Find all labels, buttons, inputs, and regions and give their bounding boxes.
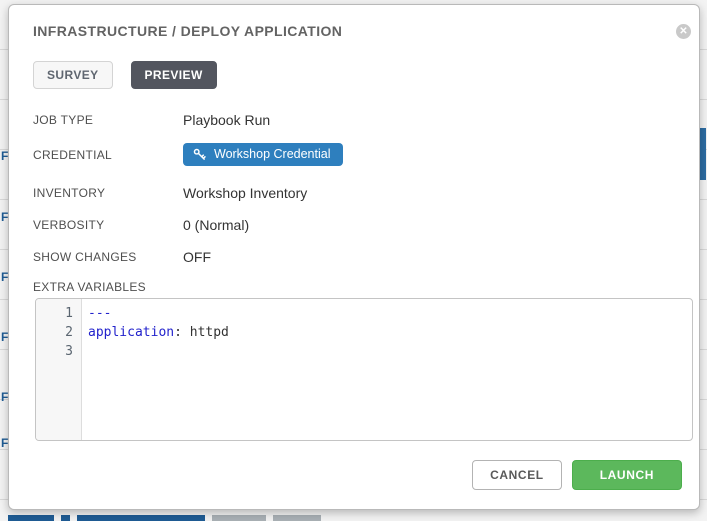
line-number: 1 xyxy=(36,304,73,323)
job-type-label: JOB TYPE xyxy=(33,113,183,127)
background-row-fragment: F xyxy=(1,392,8,402)
background-row-fragment: F xyxy=(1,151,8,161)
field-row-job-type: JOB TYPE Playbook Run xyxy=(33,111,675,128)
show-changes-value: OFF xyxy=(183,249,211,265)
editor-code-area[interactable]: --- application: httpd xyxy=(82,299,692,440)
credential-badge-label: Workshop Credential xyxy=(214,147,331,161)
show-changes-label: SHOW CHANGES xyxy=(33,250,183,264)
background-row-fragment: F xyxy=(1,212,8,222)
key-icon xyxy=(193,148,206,161)
verbosity-label: VERBOSITY xyxy=(33,218,183,232)
field-row-show-changes: SHOW CHANGES OFF xyxy=(33,248,675,265)
extra-variables-label: EXTRA VARIABLES xyxy=(33,280,675,294)
inventory-label: INVENTORY xyxy=(33,186,183,200)
tab-preview[interactable]: PREVIEW xyxy=(131,61,217,89)
background-row-fragment: F xyxy=(1,272,8,282)
close-icon[interactable]: ✕ xyxy=(676,24,691,39)
background-blue-button-fragment xyxy=(700,128,706,180)
editor-line-numbers: 1 2 3 xyxy=(36,299,82,440)
line-number: 3 xyxy=(36,342,73,361)
field-row-inventory: INVENTORY Workshop Inventory xyxy=(33,184,675,201)
modal-title: INFRASTRUCTURE / DEPLOY APPLICATION xyxy=(33,23,675,39)
launch-button[interactable]: LAUNCH xyxy=(572,460,682,490)
background-breadcrumb-fragment xyxy=(8,515,328,521)
inventory-value: Workshop Inventory xyxy=(183,185,307,201)
job-type-value: Playbook Run xyxy=(183,112,270,128)
cancel-button[interactable]: CANCEL xyxy=(472,460,562,490)
tab-survey[interactable]: SURVEY xyxy=(33,61,113,89)
field-row-verbosity: VERBOSITY 0 (Normal) xyxy=(33,216,675,233)
yaml-value: : httpd xyxy=(174,325,229,340)
credential-label: CREDENTIAL xyxy=(33,148,183,162)
code-line: application: httpd xyxy=(88,323,692,342)
yaml-key: application xyxy=(88,325,174,340)
modal-tabs: SURVEY PREVIEW xyxy=(33,61,675,89)
yaml-doc-start: --- xyxy=(88,306,111,321)
modal-footer: CANCEL LAUNCH xyxy=(472,460,682,490)
field-row-credential: CREDENTIAL Workshop Credential xyxy=(33,143,675,166)
background-row-fragment: F xyxy=(1,332,8,342)
code-line: --- xyxy=(88,304,692,323)
verbosity-value: 0 (Normal) xyxy=(183,217,249,233)
credential-badge[interactable]: Workshop Credential xyxy=(183,143,343,166)
field-list: JOB TYPE Playbook Run CREDENTIAL Worksho… xyxy=(33,111,675,265)
background-row-fragment: F xyxy=(1,438,8,448)
line-number: 2 xyxy=(36,323,73,342)
extra-variables-editor[interactable]: 1 2 3 --- application: httpd xyxy=(35,298,693,441)
deploy-application-modal: INFRASTRUCTURE / DEPLOY APPLICATION ✕ SU… xyxy=(8,4,700,510)
